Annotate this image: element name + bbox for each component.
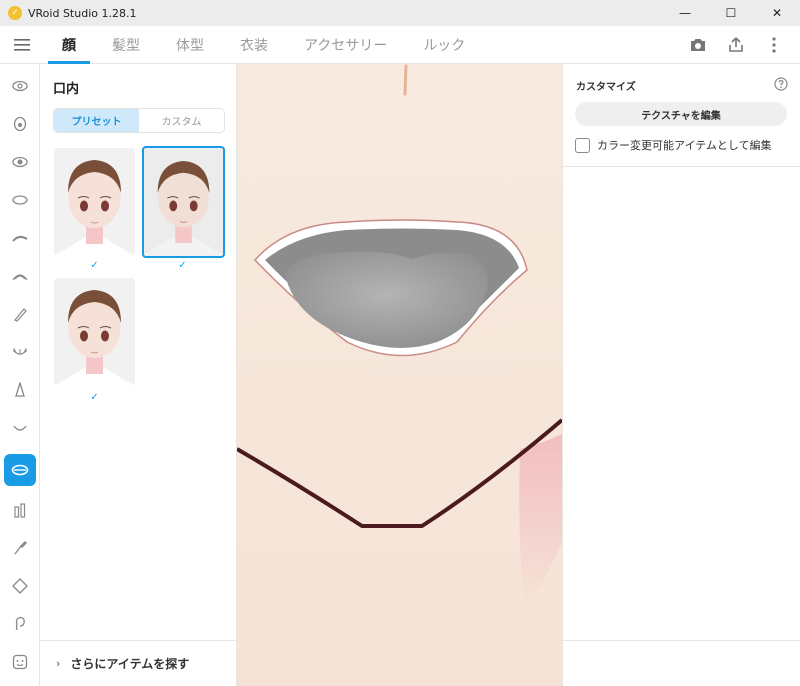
close-button[interactable]: ✕	[754, 0, 800, 26]
rail-item-makeup[interactable]	[4, 532, 36, 564]
panel-title: 口内	[53, 82, 80, 97]
tab-body[interactable]: 体型	[158, 26, 222, 64]
customize-panel: カスタマイズ テクスチャを編集 カラー変更可能アイテムとして編集	[562, 64, 800, 686]
chevron-right-icon: ›	[56, 657, 61, 670]
rail-item-face-shape[interactable]	[4, 570, 36, 602]
custom-tab[interactable]: カスタム	[139, 109, 224, 132]
teeth-icon	[14, 503, 26, 518]
3d-viewport[interactable]	[237, 64, 562, 686]
rail-item-eyebrow[interactable]	[4, 222, 36, 254]
avatar-preview-image	[54, 278, 135, 386]
rail-item-nose[interactable]	[4, 374, 36, 406]
eye-highlight-icon	[12, 156, 28, 168]
face-preset-icon	[12, 654, 28, 670]
lower-lashes-icon	[12, 347, 28, 355]
rail-item-iris[interactable]	[4, 184, 36, 216]
category-tabs: 顔 髪型 体型 衣装 アクセサリー ルック	[44, 26, 483, 64]
vroid-logo-icon: ✓	[8, 6, 22, 20]
mouth-inside-icon	[11, 464, 29, 476]
eyeliner-icon	[14, 308, 27, 322]
camera-button[interactable]	[688, 35, 708, 55]
rail-item-eye-highlight[interactable]	[4, 146, 36, 178]
avatar-preview-image	[144, 149, 223, 255]
preset-custom-toggle: プリセット カスタム	[53, 108, 225, 133]
face-shape-icon	[12, 578, 28, 594]
divider	[563, 640, 800, 641]
rail-item-lower-lashes[interactable]	[4, 336, 36, 368]
edit-texture-button[interactable]: テクスチャを編集	[575, 102, 787, 126]
preset-thumbnail[interactable]	[54, 278, 135, 386]
eyelash-icon	[12, 274, 28, 281]
rail-item-mouth-inside[interactable]	[4, 454, 36, 486]
check-mark: ✓	[178, 260, 187, 271]
title-bar: ✓ VRoid Studio 1.28.1 — ☐ ✕	[0, 0, 800, 26]
top-navigation: 顔 髪型 体型 衣装 アクセサリー ルック	[0, 26, 800, 64]
rail-item-face-preset[interactable]	[4, 646, 36, 678]
help-circle-icon	[774, 77, 788, 91]
more-options-button[interactable]	[764, 35, 784, 55]
tab-accessory[interactable]: アクセサリー	[286, 26, 405, 64]
eyebrow-icon	[12, 235, 28, 242]
preset-thumbnail-selected[interactable]	[142, 146, 225, 258]
face-outline-icon	[12, 80, 28, 92]
color-editable-checkbox-label: カラー変更可能アイテムとして編集	[597, 139, 772, 152]
color-editable-checkbox-row[interactable]: カラー変更可能アイテムとして編集	[575, 137, 772, 153]
item-panel: 口内 プリセット カスタム ✓ ✓ ✓ › さらにアイテムを探す	[40, 64, 237, 686]
menu-button[interactable]	[0, 26, 44, 64]
tab-outfit[interactable]: 衣装	[222, 26, 286, 64]
color-editable-checkbox[interactable]	[575, 137, 590, 153]
rail-item-eye[interactable]	[4, 108, 36, 140]
makeup-brush-icon	[14, 541, 27, 555]
iris-icon	[12, 195, 28, 205]
export-button[interactable]	[726, 35, 746, 55]
tab-face[interactable]: 顔	[44, 26, 94, 64]
window-title: VRoid Studio 1.28.1	[28, 6, 137, 20]
preset-tab[interactable]: プリセット	[54, 109, 139, 132]
avatar-preview-image	[54, 148, 135, 256]
check-mark: ✓	[90, 260, 99, 271]
mouth-icon	[13, 425, 27, 431]
preset-thumbnail[interactable]	[54, 148, 135, 256]
minimize-button[interactable]: —	[662, 0, 708, 26]
rail-item-face-outline[interactable]	[4, 70, 36, 102]
eye-icon	[13, 116, 27, 132]
find-more-items-label: さらにアイテムを探す	[70, 657, 190, 671]
rail-item-ear[interactable]	[4, 608, 36, 640]
tab-hairstyle[interactable]: 髪型	[94, 26, 158, 64]
nav-actions	[688, 26, 784, 64]
help-button[interactable]	[774, 76, 788, 91]
more-vertical-icon	[772, 37, 776, 53]
divider	[563, 166, 800, 167]
rail-item-eyelash[interactable]	[4, 260, 36, 292]
tab-look[interactable]: ルック	[405, 26, 483, 64]
face-part-rail	[0, 64, 40, 686]
rail-item-teeth[interactable]	[4, 494, 36, 526]
customize-title: カスタマイズ	[576, 82, 636, 93]
hamburger-icon	[14, 38, 30, 51]
rail-item-mouth[interactable]	[4, 412, 36, 444]
find-more-items-button[interactable]: › さらにアイテムを探す	[40, 640, 237, 686]
export-icon	[729, 37, 743, 52]
check-mark: ✓	[90, 392, 99, 403]
maximize-button[interactable]: ☐	[708, 0, 754, 26]
nose-icon	[15, 382, 25, 397]
window-controls: — ☐ ✕	[662, 0, 800, 26]
rail-item-eyeliner[interactable]	[4, 298, 36, 330]
ear-icon	[15, 616, 25, 631]
avatar-mouth-closeup	[237, 64, 562, 686]
camera-icon	[691, 39, 705, 51]
